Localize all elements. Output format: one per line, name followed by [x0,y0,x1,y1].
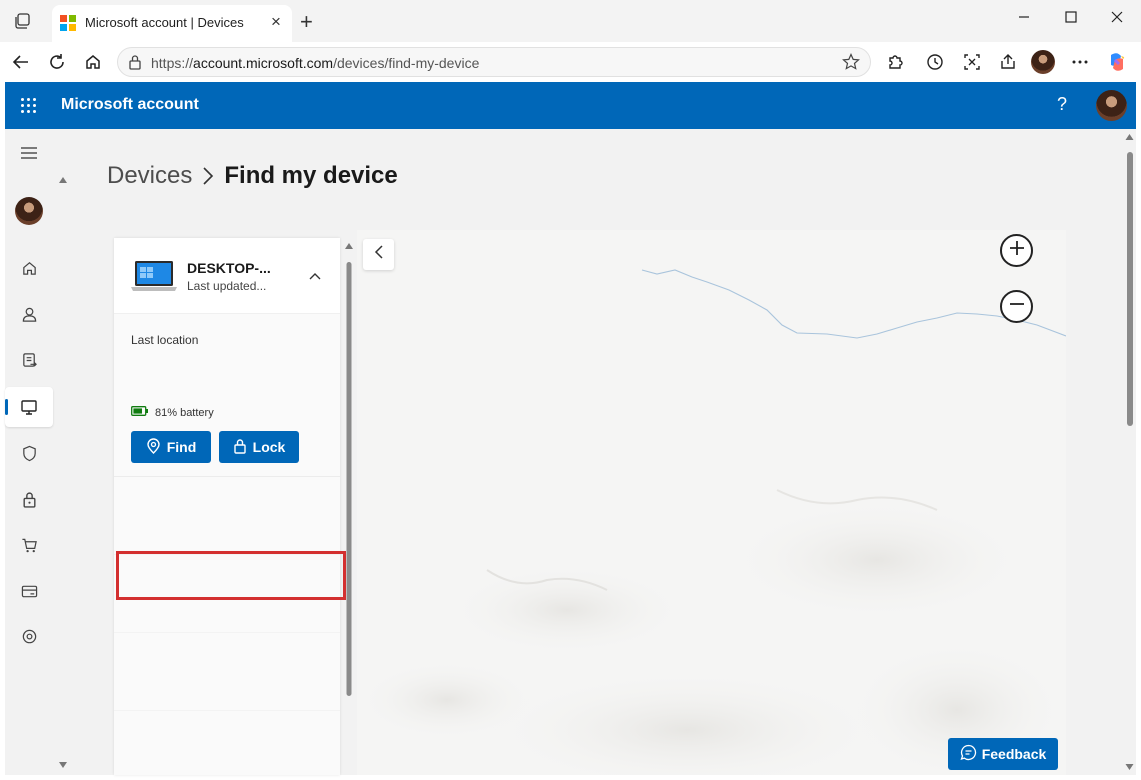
lock-button-label: Lock [252,439,286,455]
copilot-icon[interactable] [1105,50,1129,74]
person-icon[interactable] [5,294,53,334]
plus-icon [1008,239,1026,262]
chevron-up-icon[interactable] [308,268,322,286]
rewards-icon[interactable] [5,340,53,380]
app-launcher-icon[interactable] [21,98,36,113]
battery-level-fill [133,408,142,414]
lock-icon [233,438,247,457]
screenshot-icon[interactable] [960,50,984,74]
battery-icon [131,406,149,419]
nav-scrollbar[interactable] [57,175,69,770]
device-details: Last location 81% battery Find Lock [114,314,340,775]
shield-icon[interactable] [5,433,53,473]
location-pin-icon[interactable] [5,617,53,657]
cart-icon[interactable] [5,525,53,565]
device-panel: DESKTOP-... Last updated... Last locatio… [114,238,340,775]
lock-icon[interactable] [5,479,53,519]
extensions-icon[interactable] [883,50,907,74]
app-title[interactable]: Microsoft account [61,96,199,114]
collapse-panel-button[interactable] [363,239,394,270]
app-header: Microsoft account ? [5,82,1136,129]
find-button-label: Find [166,439,197,455]
minimize-icon[interactable] [1018,10,1030,28]
zoom-in-button[interactable] [1000,234,1033,267]
close-window-icon[interactable] [1111,10,1123,28]
help-icon[interactable]: ? [1057,94,1067,115]
device-last-updated: Last updated... [187,279,267,293]
tab-actions-icon[interactable] [14,12,32,35]
back-arrow-icon[interactable] [9,50,33,74]
url-text[interactable]: https://account.microsoft.com/devices/fi… [151,55,479,71]
browser-tab-bar: Microsoft account | Devices × + [0,0,1141,42]
share-icon[interactable] [996,50,1020,74]
page-content: Devices Find my device DESKTOP-... Last … [5,129,1136,775]
chevron-right-icon [202,166,214,186]
maximize-icon[interactable] [1065,10,1077,28]
browser-tab[interactable]: Microsoft account | Devices × [52,5,292,42]
breadcrumb: Devices Find my device [107,162,398,190]
minus-icon [1008,295,1026,318]
devices-icon[interactable] [5,387,53,427]
page-scrollbar[interactable] [1123,133,1136,771]
breadcrumb-devices-link[interactable]: Devices [107,162,192,190]
page-title: Find my device [224,162,398,189]
browser-toolbar: https://account.microsoft.com/devices/fi… [0,42,1141,82]
zoom-out-button[interactable] [1000,290,1033,323]
divider [114,710,340,711]
home-icon[interactable] [5,248,53,288]
history-icon[interactable] [923,50,947,74]
location-pin-icon [146,437,161,457]
feedback-button[interactable]: Feedback [948,738,1058,770]
account-avatar[interactable] [1096,90,1127,121]
lock-button[interactable]: Lock [219,431,299,463]
find-button[interactable]: Find [131,431,211,463]
find-lock-highlight-box [116,551,346,600]
close-tab-icon[interactable]: × [267,13,285,31]
profile-avatar[interactable] [1031,50,1055,74]
map-view[interactable] [357,230,1066,775]
battery-text: 81% battery [155,406,214,419]
device-card-header[interactable]: DESKTOP-... Last updated... [114,238,340,314]
chevron-left-icon [374,245,384,264]
address-bar[interactable]: https://account.microsoft.com/devices/fi… [117,47,871,77]
last-location-label: Last location [131,333,199,347]
left-nav [5,129,53,775]
laptop-icon [130,260,178,297]
battery-status: 81% battery [131,406,214,419]
nav-avatar[interactable] [5,191,53,231]
feedback-icon [960,744,977,764]
device-name: DESKTOP-... [187,260,271,276]
avatar[interactable] [15,197,43,225]
home-icon[interactable] [81,50,105,74]
divider [114,476,340,477]
feedback-label: Feedback [981,746,1047,762]
new-tab-icon[interactable]: + [300,11,313,33]
divider [114,632,340,633]
panel-scrollbar[interactable] [343,242,355,775]
favorite-star-icon[interactable] [842,53,860,76]
map-terrain [357,269,1066,775]
tab-title: Microsoft account | Devices [85,15,244,30]
microsoft-logo-icon [60,15,76,31]
menu-icon[interactable] [5,133,53,173]
lock-icon[interactable] [128,54,142,75]
payment-card-icon[interactable] [5,571,53,611]
more-options-icon[interactable] [1068,50,1092,74]
refresh-icon[interactable] [45,50,69,74]
